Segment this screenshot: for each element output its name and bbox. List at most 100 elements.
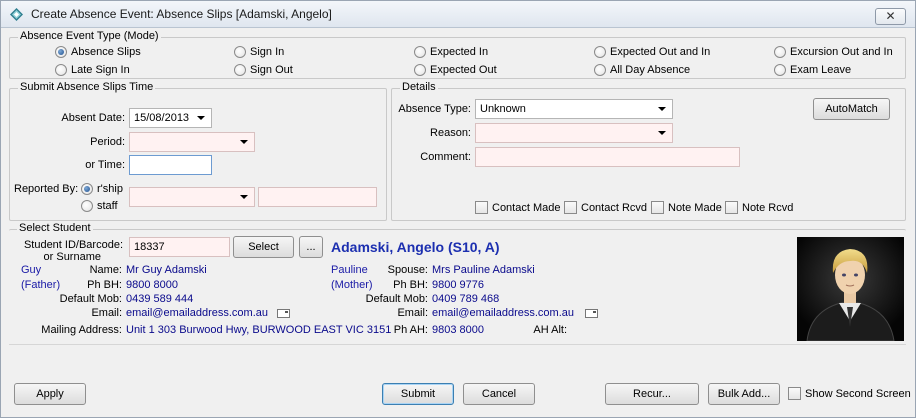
automatch-button[interactable]: AutoMatch bbox=[813, 98, 890, 120]
contact-made-checkbox[interactable]: Contact Made bbox=[475, 201, 560, 214]
checkbox-box bbox=[651, 201, 664, 214]
select-student-button[interactable]: Select bbox=[233, 236, 294, 258]
radio-checked-indicator bbox=[55, 46, 67, 58]
submit-time-group-title: Submit Absence Slips Time bbox=[18, 81, 156, 93]
chevron-down-icon bbox=[658, 107, 666, 111]
mode-radio-sign-in[interactable]: Sign In bbox=[234, 46, 284, 58]
mode-group-title: Absence Event Type (Mode) bbox=[18, 30, 161, 42]
checkbox-box bbox=[564, 201, 577, 214]
mode-option-label: Exam Leave bbox=[790, 64, 852, 76]
reporter-select[interactable] bbox=[129, 187, 255, 207]
mode-radio-expected-out-and-in[interactable]: Expected Out and In bbox=[594, 46, 710, 58]
mode-radio-late-sign-in[interactable]: Late Sign In bbox=[55, 64, 130, 76]
reported-option-label: r'ship bbox=[97, 183, 123, 195]
mode-option-label: Sign In bbox=[250, 46, 285, 58]
reported-by-staff-radio[interactable]: staff bbox=[81, 200, 118, 212]
absence-type-value: Unknown bbox=[480, 103, 526, 115]
mailing-address-value: Unit 1 303 Burwood Hwy, BURWOOD EAST VIC… bbox=[126, 324, 392, 336]
chevron-down-icon bbox=[197, 116, 205, 120]
mode-radio-sign-out[interactable]: Sign Out bbox=[234, 64, 293, 76]
submit-button[interactable]: Submit bbox=[382, 383, 454, 405]
mother-mob-label: Default Mob: bbox=[365, 293, 428, 305]
mother-spouse-label: Spouse: bbox=[387, 264, 428, 276]
mode-option-label: Absence Slips bbox=[71, 46, 141, 58]
student-lookup-button[interactable]: ... bbox=[299, 236, 323, 258]
mode-option-label: Expected Out and In bbox=[610, 46, 711, 58]
radio-indicator bbox=[774, 64, 786, 76]
mode-radio-excursion-out-and-in[interactable]: Excursion Out and In bbox=[774, 46, 893, 58]
show-second-screen-checkbox[interactable]: Show Second Screen bbox=[788, 387, 911, 400]
mode-option-label: All Day Absence bbox=[610, 64, 691, 76]
checkbox-label: Contact Rcvd bbox=[581, 201, 648, 214]
bulk-add-button[interactable]: Bulk Add... bbox=[708, 383, 780, 405]
mother-email-icon[interactable] bbox=[585, 309, 598, 318]
close-icon: ✕ bbox=[885, 9, 896, 23]
radio-indicator bbox=[81, 200, 93, 212]
reported-option-label: staff bbox=[97, 200, 118, 212]
checkbox-box bbox=[788, 387, 801, 400]
father-email-label: Email: bbox=[91, 307, 122, 319]
checkbox-label: Note Rcvd bbox=[742, 201, 794, 214]
father-first-name: Guy bbox=[21, 264, 42, 276]
or-time-input[interactable] bbox=[129, 155, 212, 175]
mode-radio-all-day-absence[interactable]: All Day Absence bbox=[594, 64, 690, 76]
radio-checked-indicator bbox=[81, 183, 93, 195]
student-avatar-icon bbox=[797, 237, 904, 341]
ph-ah-label: Ph AH: bbox=[393, 324, 428, 336]
reason-select[interactable] bbox=[475, 123, 673, 143]
mode-radio-exam-leave[interactable]: Exam Leave bbox=[774, 64, 851, 76]
reporter-extra-input[interactable] bbox=[258, 187, 377, 207]
radio-indicator bbox=[774, 46, 786, 58]
checkbox-box bbox=[725, 201, 738, 214]
mode-radio-absence-slips[interactable]: Absence Slips bbox=[55, 46, 141, 58]
father-name-value: Mr Guy Adamski bbox=[126, 264, 207, 276]
mode-radio-expected-in[interactable]: Expected In bbox=[414, 46, 488, 58]
note-made-checkbox[interactable]: Note Made bbox=[651, 201, 722, 214]
student-name-display: Adamski, Angelo (S10, A) bbox=[331, 239, 500, 255]
radio-indicator bbox=[594, 46, 606, 58]
apply-button[interactable]: Apply bbox=[14, 383, 86, 405]
contact-rcvd-checkbox[interactable]: Contact Rcvd bbox=[564, 201, 647, 214]
radio-indicator bbox=[414, 64, 426, 76]
comment-label: Comment: bbox=[420, 151, 471, 163]
mother-name-value: Mrs Pauline Adamski bbox=[432, 264, 535, 276]
father-phbh-value: 9800 8000 bbox=[126, 279, 178, 291]
father-email-icon[interactable] bbox=[277, 309, 290, 318]
absent-date-picker[interactable]: 15/08/2013 bbox=[129, 108, 212, 128]
mother-mob-value: 0409 789 468 bbox=[432, 293, 500, 305]
father-name-label: Name: bbox=[89, 264, 122, 276]
mode-option-label: Expected Out bbox=[430, 64, 497, 76]
mother-role: (Mother) bbox=[331, 279, 373, 291]
title-bar: Create Absence Event: Absence Slips [Ada… bbox=[1, 1, 915, 28]
absent-date-value: 15/08/2013 bbox=[134, 112, 190, 124]
chevron-down-icon bbox=[240, 195, 248, 199]
student-id-input[interactable]: 18337 bbox=[129, 237, 230, 257]
absent-date-label: Absent Date: bbox=[61, 112, 125, 124]
note-rcvd-checkbox[interactable]: Note Rcvd bbox=[725, 201, 793, 214]
footer-separator bbox=[9, 344, 906, 345]
mother-email-value[interactable]: email@emailaddress.com.au bbox=[432, 307, 574, 319]
checkbox-label: Show Second Screen bbox=[805, 387, 911, 400]
cancel-button[interactable]: Cancel bbox=[463, 383, 535, 405]
period-select[interactable] bbox=[129, 132, 255, 152]
mother-phbh-value: 9800 9776 bbox=[432, 279, 484, 291]
details-group-title: Details bbox=[400, 81, 438, 93]
father-mob-label: Default Mob: bbox=[59, 293, 122, 305]
mother-first-name: Pauline bbox=[331, 264, 368, 276]
reported-by-label: Reported By: bbox=[14, 183, 79, 195]
chevron-down-icon bbox=[240, 140, 248, 144]
ph-ah-value: 9803 8000 bbox=[432, 324, 484, 336]
absence-type-select[interactable]: Unknown bbox=[475, 99, 673, 119]
student-id-label: Student ID/Barcode: bbox=[23, 239, 123, 251]
mailing-address-label: Mailing Address: bbox=[41, 324, 122, 336]
radio-indicator bbox=[414, 46, 426, 58]
reported-by-rship-radio[interactable]: r'ship bbox=[81, 183, 123, 195]
radio-indicator bbox=[594, 64, 606, 76]
mode-radio-expected-out[interactable]: Expected Out bbox=[414, 64, 497, 76]
father-email-value[interactable]: email@emailaddress.com.au bbox=[126, 307, 268, 319]
comment-input[interactable] bbox=[475, 147, 740, 167]
absence-type-label: Absence Type: bbox=[398, 103, 471, 115]
close-button[interactable]: ✕ bbox=[875, 8, 906, 25]
app-diamond-icon bbox=[10, 8, 23, 21]
recur-button[interactable]: Recur... bbox=[605, 383, 699, 405]
